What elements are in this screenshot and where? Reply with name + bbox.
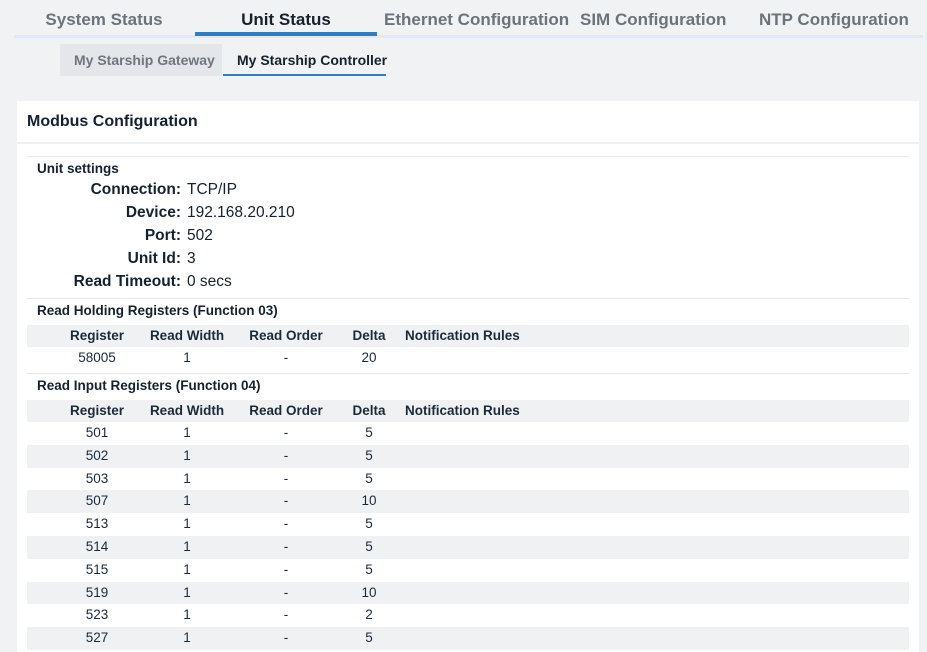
active-tab-indicator: [195, 32, 377, 36]
delta-cell: 10: [361, 584, 377, 600]
read-width-cell: 1: [183, 425, 191, 440]
column-header-delta: Delta: [352, 328, 386, 343]
read-width-cell: 1: [183, 516, 191, 532]
read-width-cell: 1: [183, 584, 191, 600]
read-width-cell: 1: [183, 538, 191, 554]
read-order-cell: -: [283, 493, 289, 509]
delta-cell: 20: [361, 350, 377, 365]
holding-registers-table: Register Read Width Read Order Delta Not…: [27, 325, 909, 370]
register-cell: 513: [85, 516, 109, 532]
delta-cell: 5: [365, 425, 373, 440]
holding-registers-title: Read Holding Registers (Function 03): [37, 303, 278, 318]
delta-cell: 5: [365, 516, 373, 532]
input-registers-title: Read Input Registers (Function 04): [37, 378, 261, 393]
table-row: 523 1 - 2: [27, 604, 909, 627]
read-order-cell: -: [283, 425, 289, 440]
read-order-cell: -: [283, 538, 289, 554]
column-header-read-width: Read Width: [149, 328, 225, 343]
panel-title: Modbus Configuration: [27, 113, 198, 130]
column-header-read-order: Read Order: [249, 328, 323, 343]
read-width-cell: 1: [183, 561, 191, 577]
main-tab-bar: System Status Unit Status Ethernet Confi…: [14, 0, 923, 38]
unit-id-label: Unit Id:: [127, 250, 181, 267]
read-order-cell: -: [283, 561, 289, 577]
column-header-notification-rules: Notification Rules: [405, 403, 520, 418]
read-width-cell: 1: [183, 350, 191, 365]
device-label: Device:: [125, 204, 181, 221]
read-order-cell: -: [283, 447, 289, 463]
register-cell: 527: [85, 630, 109, 646]
read-order-cell: -: [283, 350, 289, 365]
delta-cell: 5: [365, 470, 373, 486]
read-order-cell: -: [283, 516, 289, 532]
table-row: 514 1 - 5: [27, 535, 909, 559]
read-width-cell: 1: [183, 470, 191, 486]
read-width-cell: 1: [183, 493, 191, 509]
connection-label: Connection:: [90, 181, 181, 198]
table-header-row: Register Read Width Read Order Delta Not…: [27, 325, 909, 347]
read-width-cell: 1: [183, 630, 191, 646]
column-header-delta: Delta: [352, 403, 386, 418]
delta-cell: 2: [365, 607, 373, 623]
tab-unit-status[interactable]: Unit Status: [195, 10, 377, 34]
column-header-read-width: Read Width: [149, 403, 225, 418]
delta-cell: 5: [365, 538, 373, 554]
column-header-register: Register: [69, 328, 125, 343]
delta-cell: 5: [365, 561, 373, 577]
read-width-cell: 1: [183, 607, 191, 623]
table-header-row: Register Read Width Read Order Delta Not…: [27, 400, 909, 422]
divider: [27, 156, 909, 157]
register-cell: 502: [85, 447, 109, 463]
read-timeout-label: Read Timeout:: [73, 273, 181, 290]
divider: [27, 298, 909, 299]
read-order-cell: -: [283, 630, 289, 646]
tab-ntp-configuration[interactable]: NTP Configuration: [759, 10, 909, 34]
read-order-cell: -: [283, 584, 289, 600]
table-row: 519 1 - 10: [27, 581, 909, 605]
register-cell: 523: [85, 607, 109, 623]
divider: [27, 373, 909, 374]
read-order-cell: -: [283, 607, 289, 623]
register-cell: 519: [85, 584, 109, 600]
port-value: 502: [187, 227, 213, 244]
port-label: Port:: [144, 227, 181, 244]
divider: [17, 142, 919, 144]
table-row: 502 1 - 5: [27, 444, 909, 468]
register-cell: 58005: [78, 350, 116, 365]
table-row: 501 1 - 5: [27, 422, 909, 445]
register-cell: 503: [85, 470, 109, 486]
subtab-my-starship-controller[interactable]: My Starship Controller: [223, 44, 387, 76]
tab-sim-configuration[interactable]: SIM Configuration: [580, 10, 726, 34]
delta-cell: 5: [365, 630, 373, 646]
device-value: 192.168.20.210: [187, 204, 295, 221]
column-header-read-order: Read Order: [249, 403, 323, 418]
register-cell: 514: [85, 538, 109, 554]
read-timeout-value: 0 secs: [187, 273, 232, 290]
modbus-configuration-panel: Modbus Configuration Unit settings Conne…: [17, 101, 919, 652]
table-row: 503 1 - 5: [27, 468, 909, 491]
table-row: 527 1 - 5: [27, 627, 909, 650]
register-cell: 507: [85, 493, 109, 509]
table-row: 58005 1 - 20: [27, 347, 909, 370]
input-registers-table: Register Read Width Read Order Delta Not…: [27, 400, 909, 650]
delta-cell: 5: [365, 447, 373, 463]
table-row: 515 1 - 5: [27, 559, 909, 582]
tab-ethernet-configuration[interactable]: Ethernet Configuration: [384, 10, 569, 34]
register-cell: 501: [85, 425, 109, 440]
unit-settings-title: Unit settings: [37, 161, 119, 176]
read-order-cell: -: [283, 470, 289, 486]
table-row: 507 1 - 10: [27, 490, 909, 514]
unit-id-value: 3: [187, 250, 196, 267]
column-header-notification-rules: Notification Rules: [405, 328, 520, 343]
tab-system-status[interactable]: System Status: [40, 10, 168, 34]
table-row: 513 1 - 5: [27, 513, 909, 536]
register-cell: 515: [85, 561, 109, 577]
connection-value: TCP/IP: [187, 181, 237, 198]
delta-cell: 10: [361, 493, 377, 509]
column-header-register: Register: [69, 403, 125, 418]
read-width-cell: 1: [183, 447, 191, 463]
subtab-my-starship-gateway[interactable]: My Starship Gateway: [60, 44, 222, 76]
